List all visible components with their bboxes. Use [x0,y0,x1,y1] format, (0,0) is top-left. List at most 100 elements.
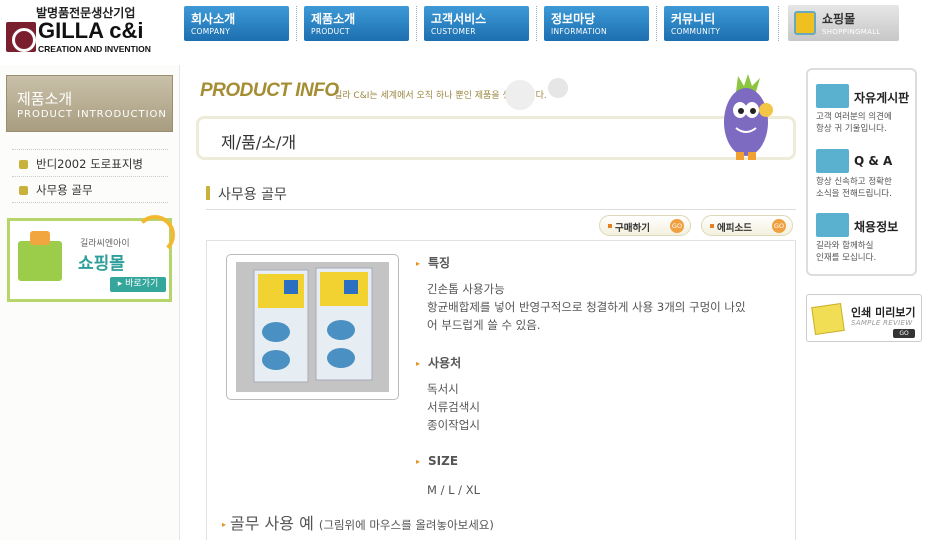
desc-line: 고객 여러분의 의견에 [816,112,892,122]
sidebar-item-label: 반디2002 도로표지병 [36,157,143,171]
nav-customer-en: CUSTOMER [431,27,476,36]
section-title: 사무용 골무 [218,187,287,203]
nav-shop-label: 쇼핑몰 [822,12,856,26]
bullet-icon [608,224,612,228]
arrow-icon: ▸ [416,457,421,466]
features-line: 항균배합제를 넣어 반영구적으로 청결하게 사용 3개의 구멍이 나있 [427,300,746,314]
qna-icon [816,149,849,173]
bullet-icon [19,186,28,195]
sidebar-item-label: 사무용 골무 [36,183,93,197]
size-heading-text: SIZE [428,454,459,468]
nav-customer-label: 고객서비스 [431,12,487,26]
nav-company-en: COMPANY [191,27,231,36]
page-title-box: 제/품/소/개 [196,116,796,160]
usage-line: 독서시 [427,382,459,396]
arrow-icon: ▸ [416,359,421,368]
free-board-desc: 고객 여러분의 의견에 항상 귀 기울입니다. [816,111,916,135]
episode-button-label: 에피소드 [717,223,752,234]
usage-heading-text: 사용처 [428,356,462,370]
gift-box-icon [18,231,62,281]
logo-brand-text: GILLA c&i [38,18,144,43]
nav-divider [416,6,417,41]
size-text: M / L / XL [427,483,480,497]
usage-example-title: 골무 사용 예 [230,514,314,533]
recruit-desc: 길라와 함께하실 인재를 모십니다. [816,240,916,264]
sidebar-divider [12,202,168,203]
print-preview-button[interactable]: 인쇄 미리보기 SAMPLE REVIEW GO [806,294,922,342]
nav-community-en: COMMUNITY [671,27,721,36]
nav-information[interactable]: 정보마당 INFORMATION [544,6,649,41]
buy-button[interactable]: 구매하기 GO [599,215,691,236]
print-go-icon: GO [893,329,915,338]
nav-divider [656,6,657,41]
sidebar-divider [12,149,168,150]
sidebar-divider [12,176,168,177]
section-bar [206,186,210,200]
episode-button[interactable]: 에피소드 GO [701,215,793,236]
logo-subtitle: CREATION AND INVENTION [38,44,151,54]
page-title: 제/품/소/개 [221,133,297,152]
circle-decoration [505,80,535,110]
nav-information-en: INFORMATION [551,27,607,36]
go-icon: GO [772,219,786,233]
nav-community[interactable]: 커뮤니티 COMMUNITY [664,6,769,41]
features-line: 어 부드럽게 쓸 수 있음. [427,318,541,332]
usage-example-heading: ▸ 골무 사용 예 (그림위에 마우스를 올려놓아보세요) [222,510,494,534]
recruit-icon [816,213,849,237]
go-icon: GO [670,219,684,233]
arrow-icon: ▸ [416,259,421,268]
desc-line: 인재를 모십니다. [816,253,877,263]
nav-product-label: 제품소개 [311,12,356,26]
usage-example-note: (그림위에 마우스를 올려놓아보세요) [318,518,494,532]
nav-product[interactable]: 제품소개 PRODUCT [304,6,409,41]
nav-divider [296,6,297,41]
banner-go-button[interactable]: ▸ 바로가기 [110,277,166,292]
sidebar-title: 제품소개 [17,90,73,108]
desc-line: 항상 귀 기울입니다. [816,124,887,134]
bullet-icon [19,160,28,169]
print-preview-en: SAMPLE REVIEW [851,319,913,327]
right-quick-menu: 자유게시판 고객 여러분의 의견에 항상 귀 기울입니다. Q & A 항상 신… [806,68,917,276]
free-board-link[interactable]: 자유게시판 [854,89,909,106]
print-preview-icon [811,303,845,335]
banner-company: 길라씨엔아이 [80,239,130,249]
qna-link[interactable]: Q & A [854,154,892,168]
size-heading: ▸ SIZE [416,454,458,468]
nav-customer[interactable]: 고객서비스 CUSTOMER [424,6,529,41]
desc-line: 길라와 함께하실 [816,241,874,251]
free-board-icon [816,84,849,108]
logo-mark-icon [6,22,36,52]
features-text: 긴손톱 사용가능 항균배합제를 넣어 반영구적으로 청결하게 사용 3개의 구멍… [427,280,746,334]
features-heading: ▸ 특징 [416,254,450,271]
sidebar-item-office-thimble[interactable]: 사무용 골무 [19,182,93,198]
arrow-icon: ▸ [222,520,227,529]
usage-heading: ▸ 사용처 [416,354,461,371]
circle-decoration [548,78,568,98]
nav-company[interactable]: 회사소개 COMPANY [184,6,289,41]
section-divider [206,209,796,210]
sidebar-title-en: PRODUCT INTRODUCTION [17,109,167,120]
qna-desc: 항상 신속하고 정확한 소식을 전해드립니다. [816,176,916,200]
nav-divider [536,6,537,41]
mascot-character-icon [724,74,773,160]
recruit-link[interactable]: 채용정보 [854,218,898,235]
print-preview-label: 인쇄 미리보기 [851,306,916,319]
nav-shopping-mall[interactable]: 쇼핑몰 SHOPPINGMALL [788,5,899,41]
nav-shop-en: SHOPPINGMALL [822,28,881,36]
usage-line: 종이작업시 [427,418,480,432]
usage-line: 서류검색시 [427,400,480,414]
ring-decoration-icon [135,215,175,255]
shopping-mall-banner[interactable]: 길라씨엔아이 쇼핑몰 ▸ 바로가기 [7,215,175,302]
sidebar-item-bandi2002[interactable]: 반디2002 도로표지병 [19,156,143,172]
sidebar-title-panel: 제품소개 PRODUCT INTRODUCTION [6,75,173,132]
banner-title: 쇼핑몰 [78,254,125,274]
bullet-icon [710,224,714,228]
product-photo[interactable] [236,262,389,392]
product-info-heading: PRODUCT INFO [200,80,339,101]
desc-line: 소식을 전해드립니다. [816,189,892,199]
buy-button-label: 구매하기 [615,223,650,234]
logo[interactable]: 발명품전문생산기업 GILLA c&i CREATION AND INVENTI… [6,4,166,56]
nav-divider [778,6,779,41]
usage-text: 독서시 서류검색시 종이작업시 [427,380,480,434]
nav-company-label: 회사소개 [191,12,236,26]
